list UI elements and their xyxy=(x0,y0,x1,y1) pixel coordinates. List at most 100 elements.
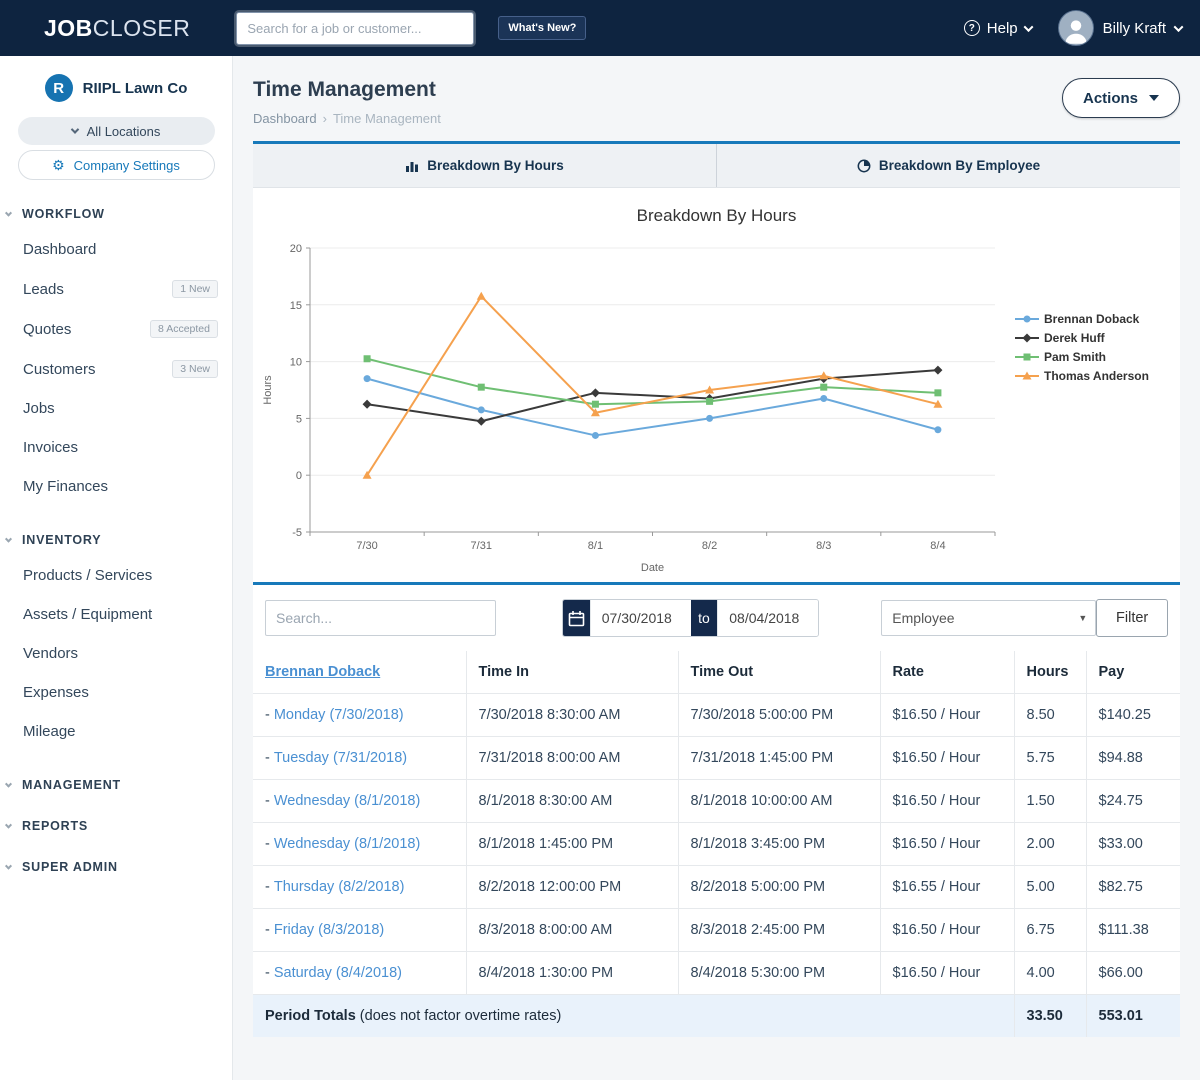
sidebar-section-workflow[interactable]: WORKFLOW xyxy=(0,207,232,221)
svg-text:-5: -5 xyxy=(292,527,302,539)
breadcrumb-dashboard[interactable]: Dashboard xyxy=(253,111,317,126)
chevron-down-icon xyxy=(5,780,12,787)
row-dash: - xyxy=(265,922,270,938)
hours-cell: 6.75 xyxy=(1014,909,1086,952)
legend-item-thomas-anderson[interactable]: Thomas Anderson xyxy=(1015,369,1178,383)
help-icon: ? xyxy=(964,20,980,36)
row-dash: - xyxy=(265,793,270,809)
hours-cell: 1.50 xyxy=(1014,780,1086,823)
col-time-out: Time Out xyxy=(678,651,880,694)
pay-cell: $33.00 xyxy=(1086,823,1180,866)
pay-cell: $140.25 xyxy=(1086,694,1180,737)
day-link[interactable]: Monday (7/30/2018) xyxy=(274,707,404,723)
legend-item-brennan-doback[interactable]: Brennan Doback xyxy=(1015,312,1178,326)
nav-label: Dashboard xyxy=(23,241,96,258)
sidebar-section-reports[interactable]: REPORTS xyxy=(0,819,232,833)
pay-cell: $111.38 xyxy=(1086,909,1180,952)
legend-marker-icon xyxy=(1015,352,1039,362)
global-search-input[interactable] xyxy=(236,12,474,45)
time-in-cell: 7/31/2018 8:00:00 AM xyxy=(466,737,678,780)
legend-item-pam-smith[interactable]: Pam Smith xyxy=(1015,350,1178,364)
svg-text:0: 0 xyxy=(296,470,302,482)
chevron-down-icon xyxy=(5,862,12,869)
sidebar-item-quotes[interactable]: Quotes 8 Accepted xyxy=(0,309,232,349)
company-header[interactable]: R RIIPL Lawn Co xyxy=(0,72,232,112)
day-link[interactable]: Thursday (8/2/2018) xyxy=(274,879,405,895)
chart-panel: Breakdown By Hours Breakdown By Employee… xyxy=(253,141,1180,582)
filter-button[interactable]: Filter xyxy=(1096,599,1168,637)
time-out-cell: 8/2/2018 5:00:00 PM xyxy=(678,866,880,909)
time-in-cell: 8/2/2018 12:00:00 PM xyxy=(466,866,678,909)
calendar-button[interactable] xyxy=(563,600,590,636)
sidebar: R RIIPL Lawn Co All Locations ⚙ Company … xyxy=(0,56,233,1080)
rate-cell: $16.50 / Hour xyxy=(880,737,1014,780)
user-menu[interactable]: Billy Kraft xyxy=(1044,10,1182,46)
day-link[interactable]: Friday (8/3/2018) xyxy=(274,922,384,938)
employee-name-link[interactable]: Brennan Doback xyxy=(265,664,380,680)
tab-breakdown-by-employee[interactable]: Breakdown By Employee xyxy=(716,144,1180,187)
timesheet-row: -Wednesday (8/1/2018) 8/1/2018 8:30:00 A… xyxy=(253,780,1180,823)
chart-title: Breakdown By Hours xyxy=(253,206,1180,226)
day-link[interactable]: Wednesday (8/1/2018) xyxy=(274,793,420,809)
time-in-cell: 8/1/2018 1:45:00 PM xyxy=(466,823,678,866)
nav-badge: 8 Accepted xyxy=(150,320,218,338)
sidebar-item-jobs[interactable]: Jobs xyxy=(0,389,232,428)
user-name: Billy Kraft xyxy=(1103,20,1166,37)
timesheet-row: -Thursday (8/2/2018) 8/2/2018 12:00:00 P… xyxy=(253,866,1180,909)
nav-label: Quotes xyxy=(23,321,71,338)
date-to-input[interactable] xyxy=(717,600,818,636)
time-in-cell: 7/30/2018 8:30:00 AM xyxy=(466,694,678,737)
topbar: JOBCLOSER What's New? ? Help Billy Kraft xyxy=(0,0,1200,56)
table-search-input[interactable] xyxy=(265,600,496,636)
hours-cell: 8.50 xyxy=(1014,694,1086,737)
sidebar-item-my-finances[interactable]: My Finances xyxy=(0,467,232,506)
sidebar-section-super-admin[interactable]: SUPER ADMIN xyxy=(0,860,232,874)
legend-marker-icon xyxy=(1015,371,1039,381)
sidebar-item-assets-equipment[interactable]: Assets / Equipment xyxy=(0,595,232,634)
whats-new-button[interactable]: What's New? xyxy=(498,16,586,40)
main-content: Time Management Dashboard›Time Managemen… xyxy=(233,56,1200,1080)
chevron-down-icon xyxy=(5,535,12,542)
help-menu[interactable]: ? Help xyxy=(964,20,1032,37)
sidebar-section-management[interactable]: MANAGEMENT xyxy=(0,778,232,792)
pay-cell: $94.88 xyxy=(1086,737,1180,780)
breakdown-tabs: Breakdown By Hours Breakdown By Employee xyxy=(253,144,1180,188)
locations-dropdown[interactable]: All Locations xyxy=(18,117,215,145)
sidebar-item-vendors[interactable]: Vendors xyxy=(0,634,232,673)
sidebar-item-leads[interactable]: Leads1 New xyxy=(0,269,232,309)
section-label: REPORTS xyxy=(22,819,88,833)
date-from-input[interactable] xyxy=(590,600,691,636)
sidebar-item-expenses[interactable]: Expenses xyxy=(0,673,232,712)
app-logo[interactable]: JOBCLOSER xyxy=(44,15,190,42)
date-range-picker: to xyxy=(562,599,819,637)
svg-text:7/31: 7/31 xyxy=(471,540,492,552)
svg-text:Hours: Hours xyxy=(262,375,274,405)
row-dash: - xyxy=(265,879,270,895)
time-in-cell: 8/3/2018 8:00:00 AM xyxy=(466,909,678,952)
total-pay: 553.01 xyxy=(1086,995,1180,1038)
timesheet-row: -Saturday (8/4/2018) 8/4/2018 1:30:00 PM… xyxy=(253,952,1180,995)
sidebar-item-products-services[interactable]: Products / Services xyxy=(0,556,232,595)
day-link[interactable]: Saturday (8/4/2018) xyxy=(274,965,402,981)
sidebar-item-dashboard[interactable]: Dashboard xyxy=(0,230,232,269)
totals-note: (does not factor overtime rates) xyxy=(356,1008,562,1024)
timesheet-row: -Tuesday (7/31/2018) 7/31/2018 8:00:00 A… xyxy=(253,737,1180,780)
sidebar-item-customers[interactable]: Customers3 New xyxy=(0,349,232,389)
sidebar-item-invoices[interactable]: Invoices xyxy=(0,428,232,467)
time-in-cell: 8/1/2018 8:30:00 AM xyxy=(466,780,678,823)
sidebar-item-mileage[interactable]: Mileage xyxy=(0,712,232,751)
group-by-select[interactable]: Employee xyxy=(881,600,1096,636)
day-link[interactable]: Wednesday (8/1/2018) xyxy=(274,836,420,852)
company-settings-button[interactable]: ⚙ Company Settings xyxy=(18,150,215,180)
nav-label: Jobs xyxy=(23,400,55,417)
total-hours: 33.50 xyxy=(1014,995,1086,1038)
actions-button[interactable]: Actions xyxy=(1062,78,1180,118)
locations-label: All Locations xyxy=(87,124,161,139)
day-link[interactable]: Tuesday (7/31/2018) xyxy=(274,750,407,766)
legend-item-derek-huff[interactable]: Derek Huff xyxy=(1015,331,1178,345)
nav-label: Leads xyxy=(23,281,64,298)
tab-breakdown-by-hours[interactable]: Breakdown By Hours xyxy=(253,144,716,187)
filter-bar: to Employee ▼ Filter xyxy=(253,582,1180,651)
sidebar-section-inventory[interactable]: INVENTORY xyxy=(0,533,232,547)
svg-text:8/2: 8/2 xyxy=(702,540,717,552)
